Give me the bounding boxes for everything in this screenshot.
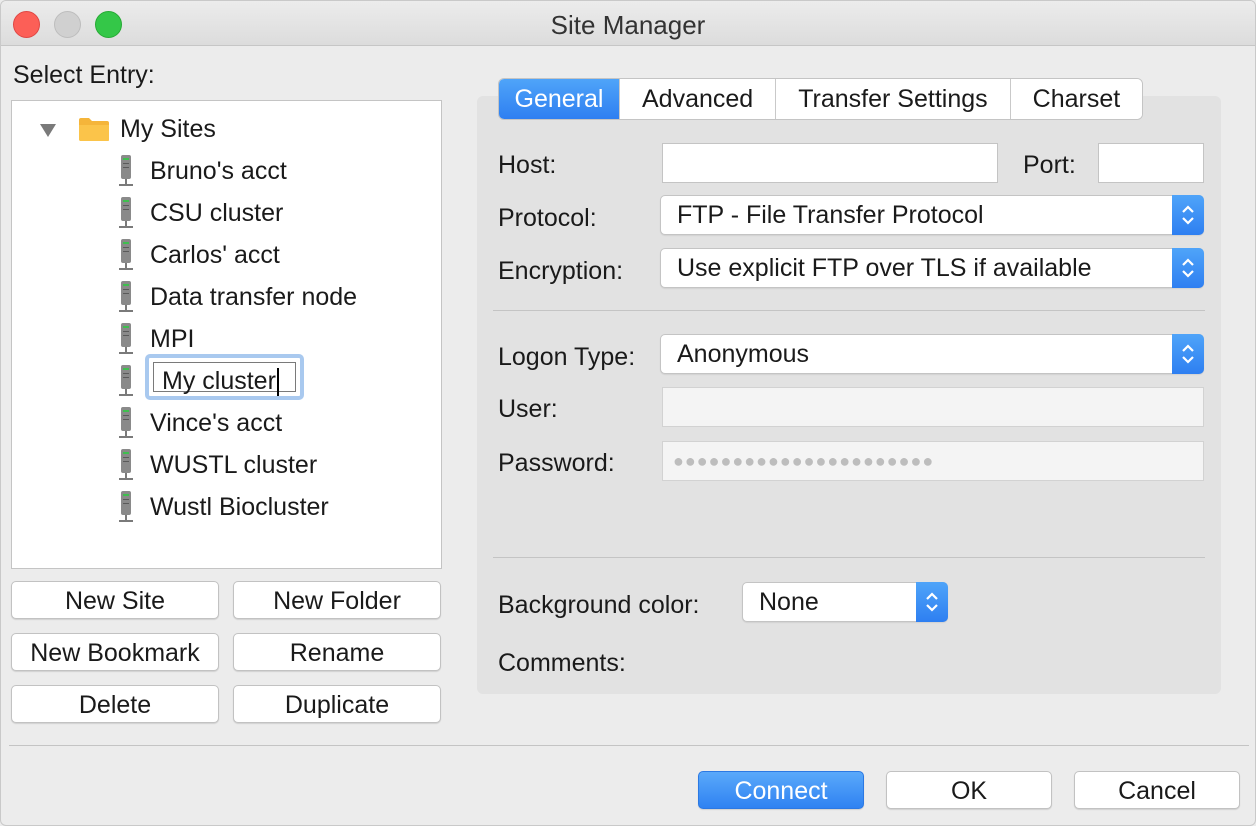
tab-transfer-settings[interactable]: Transfer Settings xyxy=(776,79,1011,119)
folder-icon xyxy=(79,118,109,141)
tree-root-label: My Sites xyxy=(120,115,216,143)
user-label: User: xyxy=(498,395,558,423)
logon-type-select-arrows[interactable] xyxy=(1172,334,1204,374)
logon-type-select-value: Anonymous xyxy=(677,340,810,368)
server-icon xyxy=(119,449,133,480)
divider xyxy=(493,557,1205,558)
encryption-select-value: Use explicit FTP over TLS if available xyxy=(677,254,1092,282)
new-folder-button[interactable]: New Folder xyxy=(233,581,441,619)
tree-item-label: Wustl Biocluster xyxy=(150,493,329,521)
tree-folder-my-sites[interactable]: My Sites xyxy=(12,110,432,150)
tree-item-wustl-biocluster[interactable]: Wustl Biocluster xyxy=(12,488,432,528)
server-icon xyxy=(119,365,133,396)
port-input[interactable] xyxy=(1098,143,1204,183)
delete-button[interactable]: Delete xyxy=(11,685,219,723)
chevron-up-down-icon xyxy=(1182,258,1194,278)
select-entry-label: Select Entry: xyxy=(13,61,155,89)
connect-button[interactable]: Connect xyxy=(698,771,864,809)
tree-item-label: Data transfer node xyxy=(150,283,358,311)
host-label: Host: xyxy=(498,151,557,179)
tree-item-csu-cluster[interactable]: CSU cluster xyxy=(12,194,432,234)
chevron-up-down-icon xyxy=(1182,205,1194,225)
tree-item-label: Carlos' acct xyxy=(150,241,280,269)
new-site-button[interactable]: New Site xyxy=(11,581,219,619)
encryption-label: Encryption: xyxy=(498,257,624,285)
password-label: Password: xyxy=(498,449,615,477)
server-icon xyxy=(119,239,133,270)
background-color-select-value: None xyxy=(759,588,819,616)
rename-input-value: My cluster xyxy=(162,367,276,395)
background-color-select[interactable]: None xyxy=(742,582,948,622)
tree-item-wustl-cluster[interactable]: WUSTL cluster xyxy=(12,446,432,486)
server-icon xyxy=(119,281,133,312)
tab-advanced[interactable]: Advanced xyxy=(620,79,777,119)
encryption-select-arrows[interactable] xyxy=(1172,248,1204,288)
text-caret xyxy=(276,368,279,397)
tree-item-data-transfer-node[interactable]: Data transfer node xyxy=(12,278,432,318)
chevron-up-down-icon xyxy=(1182,344,1194,364)
rename-field-focus-ring: My cluster xyxy=(145,354,304,400)
ok-button[interactable]: OK xyxy=(886,771,1052,809)
logon-type-select[interactable]: Anonymous xyxy=(660,334,1204,374)
port-label: Port: xyxy=(1023,151,1076,179)
server-icon xyxy=(119,407,133,438)
host-input[interactable] xyxy=(662,143,998,183)
tree-item-label: MPI xyxy=(150,325,195,353)
background-color-select-arrows[interactable] xyxy=(916,582,948,622)
settings-tab-bar: General Advanced Transfer Settings Chars… xyxy=(498,78,1144,120)
rename-input[interactable]: My cluster xyxy=(153,362,296,397)
rename-button[interactable]: Rename xyxy=(233,633,441,671)
tree-item-carlos-acct[interactable]: Carlos' acct xyxy=(12,236,432,276)
cancel-button[interactable]: Cancel xyxy=(1074,771,1240,809)
window-title: Site Manager xyxy=(550,10,706,40)
server-icon xyxy=(119,491,133,522)
title-bar: Site Manager xyxy=(1,1,1255,46)
protocol-select[interactable]: FTP - File Transfer Protocol xyxy=(660,195,1204,235)
protocol-label: Protocol: xyxy=(498,204,597,232)
new-bookmark-button[interactable]: New Bookmark xyxy=(11,633,219,671)
encryption-select[interactable]: Use explicit FTP over TLS if available xyxy=(660,248,1204,288)
server-icon xyxy=(119,155,133,186)
tree-item-label: Bruno's acct xyxy=(150,157,287,185)
tree-item-brunos-acct[interactable]: Bruno's acct xyxy=(12,152,432,192)
site-manager-window: Site Manager Select Entry: My Sites Brun… xyxy=(0,0,1256,826)
protocol-select-value: FTP - File Transfer Protocol xyxy=(677,201,984,229)
tab-general[interactable]: General xyxy=(499,79,620,119)
tree-item-label: Vince's acct xyxy=(150,409,283,437)
duplicate-button[interactable]: Duplicate xyxy=(233,685,441,723)
logon-type-label: Logon Type: xyxy=(498,343,636,371)
chevron-up-down-icon xyxy=(926,592,938,612)
site-tree[interactable]: My Sites Bruno's acct CSU cluster Carlos… xyxy=(11,100,442,569)
protocol-select-arrows[interactable] xyxy=(1172,195,1204,235)
background-color-label: Background color: xyxy=(498,591,700,619)
password-mask: ●●●●●●●●●●●●●●●●●●●●●● xyxy=(673,451,935,471)
comments-label: Comments: xyxy=(498,649,626,677)
disclosure-triangle-icon[interactable] xyxy=(40,124,56,137)
server-icon xyxy=(119,323,133,354)
tab-charset[interactable]: Charset xyxy=(1010,79,1143,119)
tree-item-label: CSU cluster xyxy=(150,199,284,227)
server-icon xyxy=(119,197,133,228)
tree-item-vinces-acct[interactable]: Vince's acct xyxy=(12,404,432,444)
tree-item-label: WUSTL cluster xyxy=(150,451,318,479)
footer-divider xyxy=(9,745,1249,746)
password-input: ●●●●●●●●●●●●●●●●●●●●●● xyxy=(662,441,1204,481)
divider xyxy=(493,310,1205,311)
user-input xyxy=(662,387,1204,427)
